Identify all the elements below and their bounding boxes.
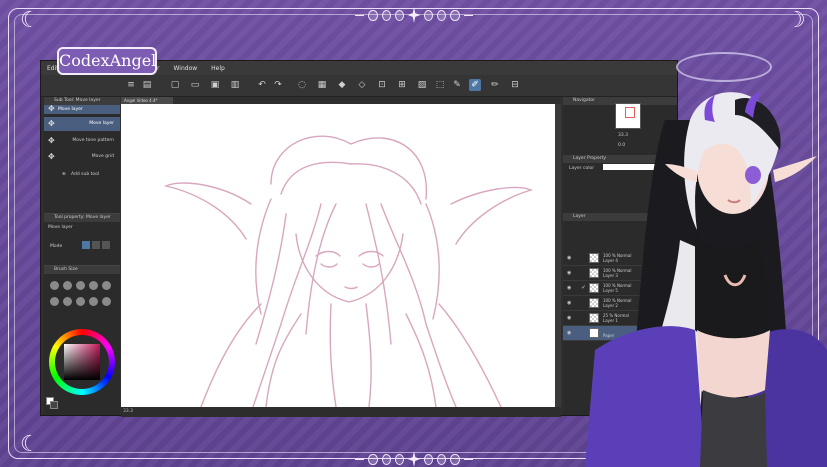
canvas-tab[interactable]: Angel Video 4.4* xyxy=(121,97,173,104)
menu-window[interactable]: Window xyxy=(171,65,199,72)
crescent-moon-icon: ☾ xyxy=(20,8,40,33)
tool-property-tab[interactable]: Tool property: Move layer xyxy=(44,214,120,222)
top-ornament xyxy=(355,6,473,24)
zoom-readout[interactable]: 33.3 xyxy=(123,409,133,414)
subtool-move-tone-pattern[interactable]: ✥ Move tone pattern xyxy=(44,134,120,148)
move-icon: ✥ xyxy=(48,104,55,113)
eye-icon[interactable]: ◉ xyxy=(567,270,571,276)
subtool-label: Move layer xyxy=(58,107,83,112)
snap-icon[interactable]: ⬚ xyxy=(434,79,446,91)
move-icon: ✥ xyxy=(48,152,55,161)
subtool-move-layer[interactable]: ✥ Move layer xyxy=(44,117,120,131)
transform-icon[interactable]: ▦ xyxy=(316,79,328,91)
redo-icon[interactable]: ↷ xyxy=(272,79,284,91)
brush-icon[interactable]: ✐ xyxy=(469,79,481,91)
brush-size-preset[interactable] xyxy=(89,297,98,306)
new-file-icon[interactable]: ▤ xyxy=(141,79,153,91)
stroke-icon[interactable]: ⊟ xyxy=(509,79,521,91)
clear-icon[interactable]: ◌ xyxy=(296,79,308,91)
undo-icon[interactable]: ↶ xyxy=(256,79,268,91)
add-icon: ⊕ xyxy=(62,172,66,177)
crescent-moon-icon: ☾ xyxy=(20,432,40,457)
mode-label: Mode xyxy=(50,244,63,249)
brush-size-preset[interactable] xyxy=(50,297,59,306)
add-subtool-button[interactable]: ⊕ Add sub tool xyxy=(44,168,120,182)
mode-option[interactable] xyxy=(92,241,100,249)
fill-icon[interactable]: ◆ xyxy=(336,79,348,91)
mode-option-selected[interactable] xyxy=(82,241,90,249)
subtool-move-grid[interactable]: ✥ Move grid xyxy=(44,150,120,164)
canvas-vertical-scrollbar[interactable] xyxy=(555,104,561,407)
invert-icon[interactable]: ⊞ xyxy=(396,79,408,91)
eye-icon[interactable]: ◉ xyxy=(567,285,571,291)
drawing-canvas[interactable] xyxy=(121,104,555,407)
select-icon[interactable]: ◇ xyxy=(356,79,368,91)
star-icon xyxy=(407,7,421,23)
deselect-icon[interactable]: ⊡ xyxy=(376,79,388,91)
subtool-tab[interactable]: Sub Tool: Move layer xyxy=(44,97,120,105)
mode-option[interactable] xyxy=(102,241,110,249)
subtool-label: Move grid xyxy=(91,154,114,159)
bottom-ornament xyxy=(355,450,473,467)
pen-icon[interactable]: ✎ xyxy=(451,79,463,91)
eye-icon[interactable]: ◉ xyxy=(567,330,571,336)
brush-size-preset[interactable] xyxy=(102,281,111,290)
open-file-icon[interactable]: ▭ xyxy=(189,79,201,91)
drawing-app-window: Edit Filter Window Help ≡ ▤ ▢ ▭ ▣ ▥ ↶ ↷ … xyxy=(40,60,678,417)
crescent-moon-icon: ☾ xyxy=(786,8,806,33)
add-subtool-label: Add sub tool xyxy=(71,172,100,177)
eye-icon[interactable]: ◉ xyxy=(567,315,571,321)
move-icon: ✥ xyxy=(48,119,55,128)
menu-help[interactable]: Help xyxy=(209,65,227,72)
tool-panel: Sub Tool: Move layer ✥ Move layer ✥ Move… xyxy=(44,97,120,415)
save-icon[interactable]: ▣ xyxy=(209,79,221,91)
menu-icon[interactable]: ≡ xyxy=(125,79,137,91)
move-icon: ✥ xyxy=(48,136,55,145)
subtool-label: Move layer xyxy=(89,121,114,126)
eye-icon[interactable]: ◉ xyxy=(567,300,571,306)
status-bar: 33.3 xyxy=(121,407,561,417)
color-saturation-square[interactable] xyxy=(64,344,100,380)
subtool-label: Move tone pattern xyxy=(72,138,114,143)
tool-property-title: Move layer xyxy=(48,225,73,230)
brush-size-preset[interactable] xyxy=(76,297,85,306)
command-bar: ≡ ▤ ▢ ▭ ▣ ▥ ↶ ↷ ◌ ▦ ◆ ◇ ⊡ ⊞ ▨ ⬚ ✎ ✐ ✏ ⊟ xyxy=(41,75,677,97)
brush-size-preset[interactable] xyxy=(76,281,85,290)
brush-size-preset[interactable] xyxy=(63,297,72,306)
subtool-move-layer-header[interactable]: ✥ Move layer xyxy=(44,104,120,114)
new-canvas-icon[interactable]: ▢ xyxy=(169,79,181,91)
ruler-icon[interactable]: ▨ xyxy=(416,79,428,91)
vtuber-avatar xyxy=(585,92,827,467)
star-icon xyxy=(407,451,421,467)
brush-size-preset[interactable] xyxy=(50,281,59,290)
sub-color-swatch[interactable] xyxy=(50,401,58,409)
pencil-icon[interactable]: ✏ xyxy=(489,79,501,91)
logo-badge: CodexAngel xyxy=(57,47,157,75)
brush-size-preset[interactable] xyxy=(102,297,111,306)
eye-icon[interactable]: ◉ xyxy=(567,255,571,261)
brush-size-preset[interactable] xyxy=(63,281,72,290)
brush-size-preset[interactable] xyxy=(89,281,98,290)
sketch-drawing xyxy=(163,135,534,407)
brush-size-tab[interactable]: Brush Size xyxy=(44,266,120,274)
print-icon[interactable]: ▥ xyxy=(229,79,241,91)
